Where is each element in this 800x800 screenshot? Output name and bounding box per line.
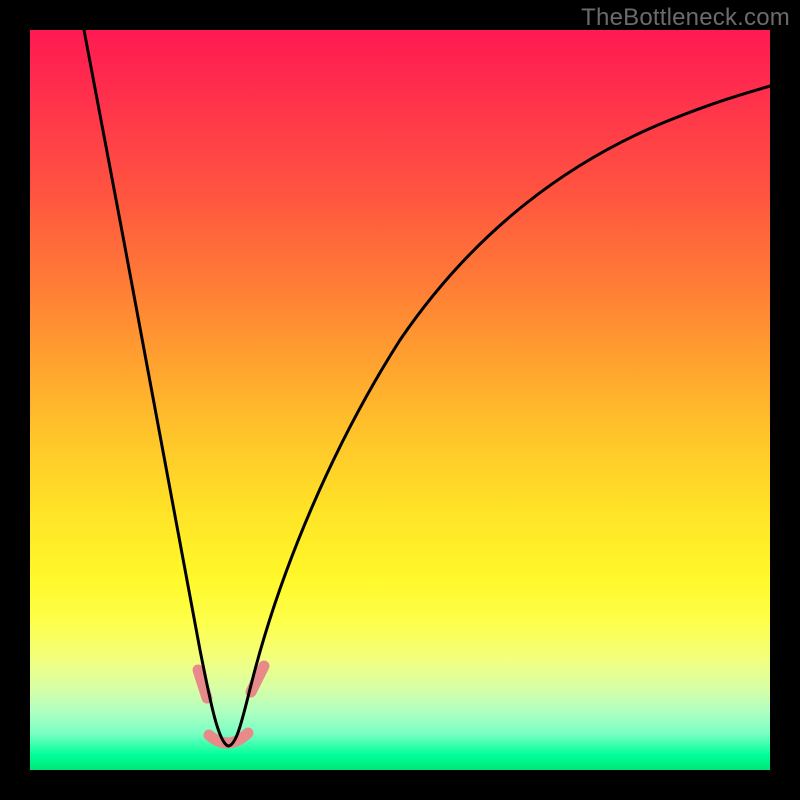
watermark-text: TheBottleneck.com — [581, 4, 790, 32]
curve-svg — [30, 30, 770, 770]
bottleneck-curve-path — [84, 30, 770, 746]
chart-frame: TheBottleneck.com — [0, 0, 800, 800]
marker-valley — [209, 733, 248, 743]
plot-area — [30, 30, 770, 770]
